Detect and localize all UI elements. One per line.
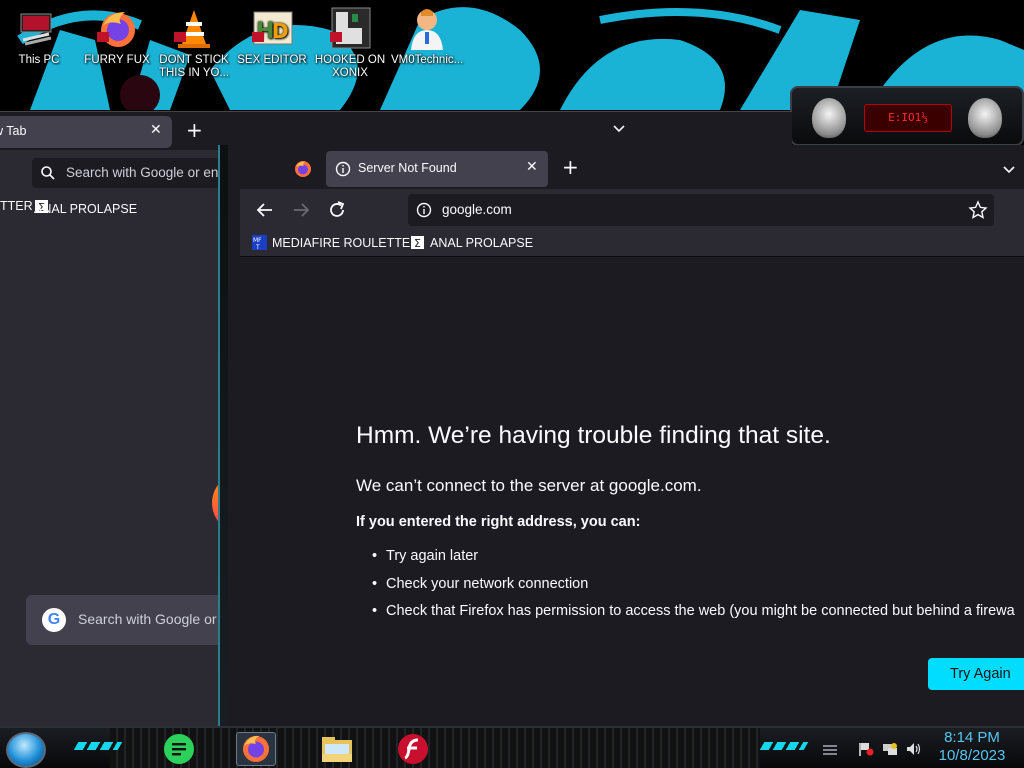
chevron-down-icon[interactable]: [612, 122, 626, 136]
tab-title: Server Not Found: [358, 161, 457, 175]
svg-text:D: D: [272, 19, 289, 43]
bookmark-item[interactable]: TTER: [0, 199, 33, 213]
plus-icon[interactable]: +: [562, 155, 579, 179]
chevron-down-icon[interactable]: [1002, 163, 1016, 177]
desktop-icon-vm0technic[interactable]: VM0Technic...: [391, 6, 463, 67]
vlc-cone-icon: [172, 6, 216, 50]
close-icon[interactable]: ✕: [150, 122, 162, 138]
search-input[interactable]: G Search with Google or: [26, 595, 236, 645]
search-placeholder: Search with Google or en: [66, 165, 219, 180]
suggestion-list: Try again later Check your network conne…: [372, 548, 1015, 631]
bookmark-label: ANAL PROLAPSE: [430, 235, 534, 250]
info-icon: [335, 161, 351, 177]
desktop-icon-label: VM0Technic...: [391, 54, 464, 66]
desktop-icon-label: This PC: [18, 54, 60, 66]
network-icon[interactable]: [882, 742, 898, 756]
bookmark-mediafire-rouletter[interactable]: MF T MEDIAFIRE ROULETTER: [252, 235, 419, 250]
mediafire-favicon-icon: MFT: [252, 235, 267, 250]
tab-bar: Server Not Found ✕ +: [240, 149, 1024, 189]
taskbar-decoration: [110, 728, 760, 768]
url-text: google.com: [442, 202, 512, 217]
bookmark-label: ANAL PROLAPSE: [34, 202, 138, 216]
desktop-icon-label: SEX EDITOR: [237, 54, 307, 66]
start-button[interactable]: [6, 732, 46, 768]
desktop-icon-this-pc[interactable]: This PC: [3, 6, 75, 67]
error-hint: If you entered the right address, you ca…: [356, 514, 641, 530]
navigation-toolbar: google.com: [240, 189, 1024, 231]
firefox-taskbar-button[interactable]: [236, 732, 276, 766]
desktop-icon-sex-editor[interactable]: HD SEX EDITOR: [236, 6, 308, 67]
search-placeholder: Search with Google or: [78, 611, 217, 627]
tab-title: w Tab: [0, 124, 27, 138]
bookmark-label: MEDIAFIRE ROULETTER: [272, 235, 420, 250]
reload-icon[interactable]: [326, 199, 348, 221]
taskbar: 8:14 PM 10/8/2023: [0, 726, 1024, 768]
desktop-icon-label: FURRY FUX: [84, 54, 150, 66]
svg-text:T: T: [255, 244, 260, 250]
desktop-icon-furry-fux[interactable]: FURRY FUX: [81, 6, 153, 67]
wallpaper-alien-badge: E:IO1⅓: [790, 86, 1024, 146]
window-frame-accent: [218, 145, 228, 727]
info-icon[interactable]: [416, 202, 432, 218]
list-item: Check that Firefox has permission to acc…: [372, 603, 1015, 631]
desktop-icon-dont-stick[interactable]: DONT STICK THIS IN YO...: [158, 6, 230, 80]
svg-text:Σ: Σ: [414, 237, 421, 250]
alien-head-icon: [812, 98, 846, 138]
close-icon[interactable]: ✕: [526, 159, 538, 175]
clock-time: 8:14 PM: [944, 729, 1000, 746]
try-again-button[interactable]: Try Again: [928, 658, 1024, 690]
firefox-icon: [243, 735, 269, 762]
back-arrow-icon[interactable]: [254, 199, 276, 221]
bookmark-anal-prolapse[interactable]: Σ ANAL PROLAPSE: [410, 235, 533, 250]
action-center-flag-icon[interactable]: [858, 742, 874, 756]
firefox-tab-icon[interactable]: [294, 160, 312, 178]
clock-date: 10/8/2023: [938, 747, 1006, 764]
forward-arrow-icon[interactable]: [290, 199, 312, 221]
svg-text:MF: MF: [253, 237, 262, 244]
bookmarks-toolbar: MF T MEDIAFIRE ROULETTER Σ ANAL PROLAPSE: [240, 231, 1024, 257]
volume-icon[interactable]: [906, 742, 922, 756]
computer-icon: [17, 6, 61, 50]
doctor-avatar-icon: [405, 6, 449, 50]
desktop-icon-label: DONT STICK THIS IN YO...: [158, 54, 230, 79]
bookmark-item[interactable]: Σ ANAL PROLAPSE: [34, 199, 137, 216]
hxd-editor-icon: HD: [250, 6, 294, 50]
badge-display: E:IO1⅓: [864, 104, 952, 132]
tray-overflow-icon[interactable]: [822, 742, 838, 756]
firefox-icon: [95, 6, 139, 50]
plus-icon[interactable]: +: [186, 118, 203, 142]
search-input[interactable]: Search with Google or en: [32, 158, 232, 188]
error-title: Hmm. We’re having trouble finding that s…: [356, 422, 831, 449]
list-item: Try again later: [372, 548, 1015, 576]
tab-server-not-found[interactable]: Server Not Found ✕: [326, 151, 548, 187]
alien-head-icon: [968, 98, 1002, 138]
error-subtitle: We can’t connect to the server at google…: [356, 476, 702, 495]
tab-new-tab[interactable]: w Tab ✕: [0, 116, 172, 148]
list-item: Check your network connection: [372, 576, 1015, 604]
error-page: Hmm. We’re having trouble finding that s…: [240, 258, 1024, 727]
url-bar[interactable]: google.com: [408, 194, 994, 226]
notes-app-icon[interactable]: [162, 732, 196, 766]
bookmark-favicon-icon: Σ: [411, 236, 424, 250]
system-clock[interactable]: 8:14 PM 10/8/2023: [930, 729, 1014, 765]
desktop-icon-hooked-on-xonix[interactable]: HOOKED ON XONIX: [314, 6, 386, 80]
bookmark-star-icon[interactable]: [968, 200, 988, 220]
google-g-icon: G: [42, 608, 66, 632]
file-explorer-icon[interactable]: [320, 732, 354, 766]
desktop-icon-label: HOOKED ON XONIX: [314, 54, 386, 79]
xonix-game-icon: [328, 6, 372, 50]
search-icon: [41, 166, 55, 180]
taskbar-cyan-accent: [73, 742, 123, 750]
flash-player-icon[interactable]: [396, 732, 430, 766]
foreground-browser-window[interactable]: Server Not Found ✕ + google.com MF T MEDI…: [218, 145, 1024, 727]
taskbar-cyan-accent: [759, 742, 809, 750]
